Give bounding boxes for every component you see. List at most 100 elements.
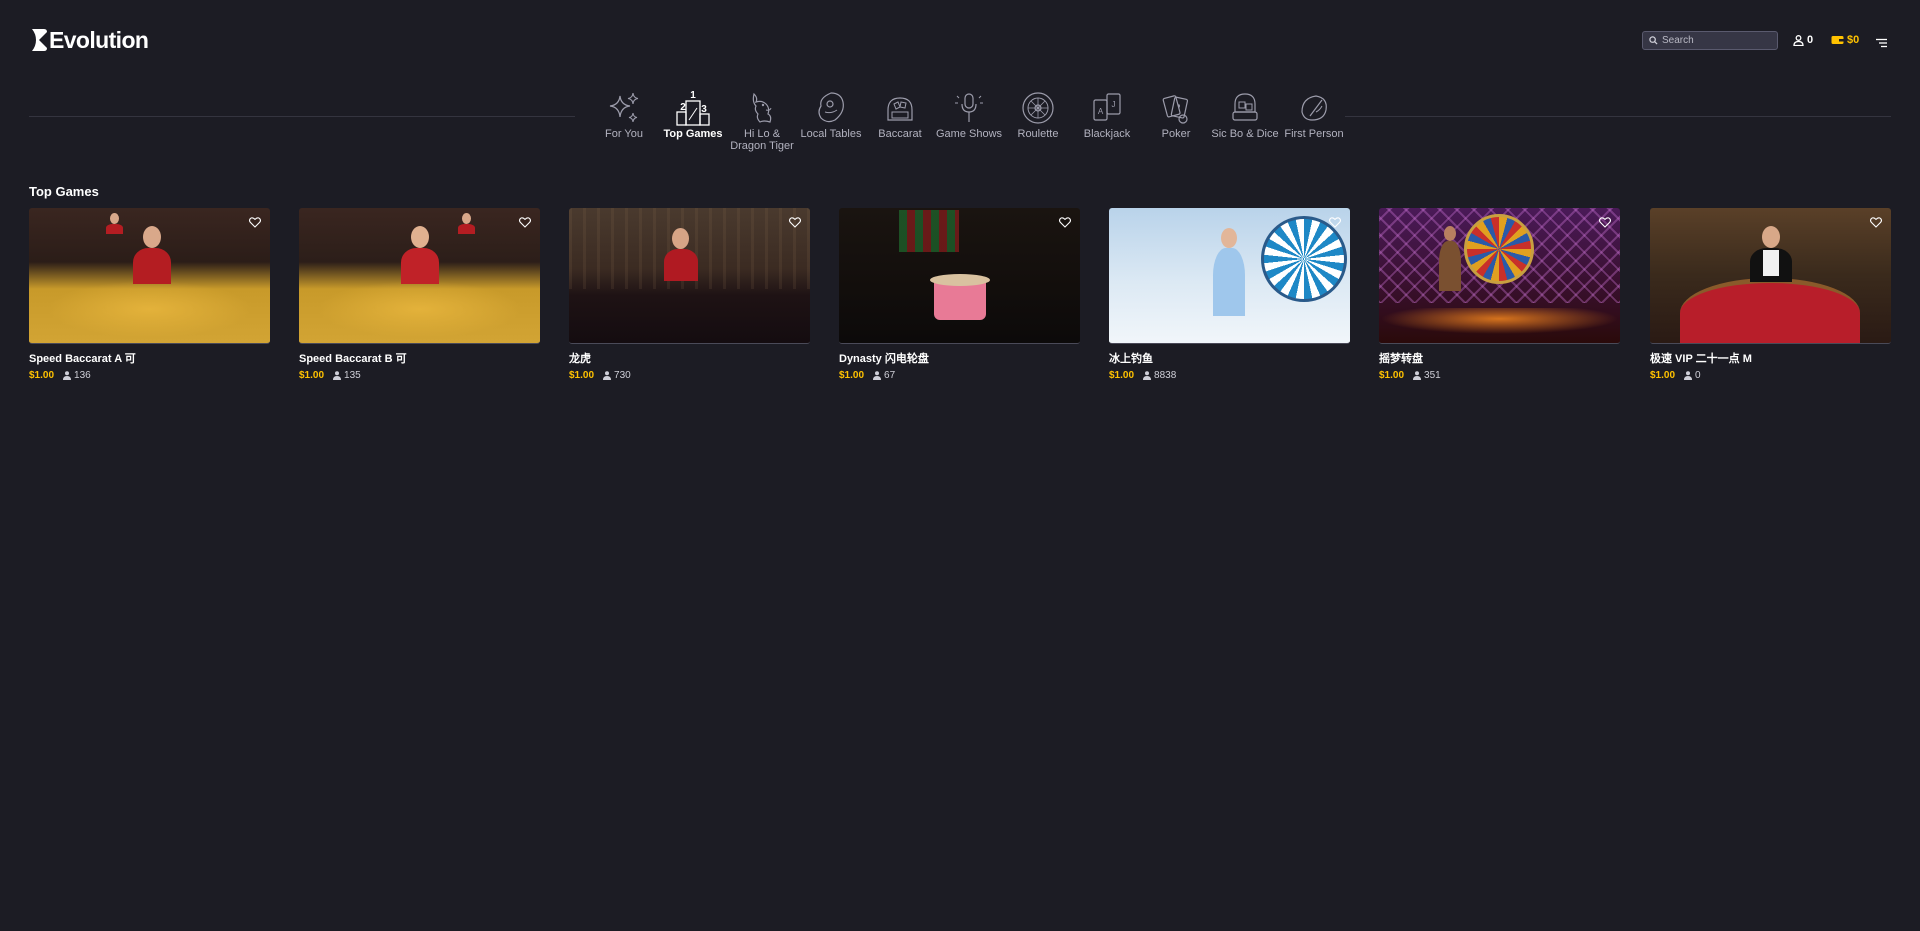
dragon-icon [744, 90, 780, 126]
menu-button[interactable] [1876, 35, 1887, 48]
user-icon [603, 371, 612, 380]
search-input[interactable] [1662, 35, 1772, 46]
game-thumbnail[interactable] [299, 208, 540, 344]
nav-item-game-shows[interactable]: Game Shows [934, 90, 1004, 140]
game-title: 龙虎 [569, 353, 591, 365]
svg-text:3: 3 [701, 104, 707, 115]
nav-label: Baccarat [878, 128, 922, 140]
game-min-bet: $1.00 [1109, 370, 1135, 381]
nav-item-hi-lo-dragon-tiger[interactable]: Hi Lo & Dragon Tiger [727, 90, 797, 152]
game-min-bet: $1.00 [1379, 370, 1405, 381]
nav-item-first-person[interactable]: First Person [1279, 90, 1349, 140]
game-meta: $1.00 8838 [1109, 370, 1350, 381]
favorite-button[interactable] [517, 214, 533, 230]
game-min-bet: $1.00 [1650, 370, 1676, 381]
favorite-button[interactable] [1327, 214, 1343, 230]
game-meta: $1.00 0 [1650, 370, 1891, 381]
game-players: 135 [333, 370, 361, 381]
game-players: 8838 [1143, 370, 1176, 381]
nav-label: Roulette [1017, 128, 1059, 140]
heart-icon [1599, 216, 1611, 228]
heart-icon [249, 216, 261, 228]
game-player-count: 8838 [1154, 370, 1177, 381]
game-player-count: 67 [884, 370, 896, 381]
roulette-icon [1020, 90, 1056, 126]
user-icon [1413, 371, 1422, 380]
favorite-button[interactable] [1597, 214, 1613, 230]
favorite-button[interactable] [247, 214, 263, 230]
game-player-count: 730 [614, 370, 631, 381]
game-thumbnail[interactable] [1379, 208, 1620, 344]
game-min-bet: $1.00 [29, 370, 55, 381]
favorite-button[interactable] [1868, 214, 1884, 230]
game-card[interactable]: 龙虎 $1.00 730 [569, 208, 810, 381]
nav-item-roulette[interactable]: Roulette [1003, 90, 1073, 140]
nav-label: Game Shows [935, 128, 1003, 140]
players-count: 0 [1807, 34, 1814, 46]
sparkles-icon [606, 90, 642, 126]
game-meta: $1.00 135 [299, 370, 540, 381]
evolution-logo[interactable]: Evolution [30, 27, 149, 53]
search-icon [1649, 36, 1658, 45]
game-thumbnail[interactable] [29, 208, 270, 344]
game-min-bet: $1.00 [569, 370, 595, 381]
nav-item-for-you[interactable]: For You [589, 90, 659, 140]
nav-label: Top Games [663, 128, 723, 140]
microphone-icon [951, 90, 987, 126]
balance-display[interactable]: $0 [1831, 33, 1859, 47]
game-players: 67 [873, 370, 895, 381]
nav-item-sic-bo-dice[interactable]: Sic Bo & Dice [1210, 90, 1280, 140]
game-card[interactable]: 极速 VIP 二十一点 M $1.00 0 [1650, 208, 1891, 381]
game-meta: $1.00 67 [839, 370, 1080, 381]
globe-icon [813, 90, 849, 126]
game-meta: $1.00 351 [1379, 370, 1620, 381]
heart-icon [1059, 216, 1071, 228]
nav-item-poker[interactable]: Poker [1141, 90, 1211, 140]
search-field[interactable] [1642, 31, 1778, 50]
baccarat-icon [882, 90, 918, 126]
podium-icon: 1 2 3 [675, 90, 711, 126]
nav-item-local-tables[interactable]: Local Tables [796, 90, 866, 140]
favorite-button[interactable] [787, 214, 803, 230]
game-meta: $1.00 136 [29, 370, 270, 381]
category-nav: For You 1 2 3 Top Games Hi Lo & Dragon T… [589, 90, 1344, 170]
game-title: 冰上钓鱼 [1109, 353, 1153, 365]
game-card[interactable]: Dynasty 闪电轮盘 $1.00 67 [839, 208, 1080, 381]
game-thumbnail[interactable] [569, 208, 810, 344]
nav-divider-right [1345, 116, 1891, 117]
game-card[interactable]: Speed Baccarat A 可 $1.00 136 [29, 208, 270, 381]
game-player-count: 351 [1424, 370, 1441, 381]
heart-icon [1329, 216, 1341, 228]
evolution-logo-icon [32, 29, 47, 51]
game-card[interactable]: 冰上钓鱼 $1.00 8838 [1109, 208, 1350, 381]
game-thumbnail[interactable] [1650, 208, 1891, 344]
game-players: 0 [1684, 370, 1701, 381]
online-players[interactable]: 0 [1793, 33, 1813, 47]
section-title: Top Games [29, 184, 99, 199]
game-min-bet: $1.00 [839, 370, 865, 381]
game-thumbnail[interactable] [839, 208, 1080, 344]
game-meta: $1.00 730 [569, 370, 810, 381]
balance-amount: $0 [1847, 34, 1860, 46]
heart-icon [519, 216, 531, 228]
favorite-button[interactable] [1057, 214, 1073, 230]
game-player-count: 0 [1695, 370, 1701, 381]
game-players: 351 [1413, 370, 1441, 381]
user-icon [333, 371, 342, 380]
game-card[interactable]: Speed Baccarat B 可 $1.00 135 [299, 208, 540, 381]
nav-item-blackjack[interactable]: A J Blackjack [1072, 90, 1142, 140]
game-thumbnail[interactable] [1109, 208, 1350, 344]
user-icon [1143, 371, 1152, 380]
nav-item-top-games[interactable]: 1 2 3 Top Games [658, 90, 728, 140]
game-title: Speed Baccarat A 可 [29, 353, 136, 365]
nav-item-baccarat[interactable]: Baccarat [865, 90, 935, 140]
nav-divider-left [29, 116, 575, 117]
svg-text:A: A [1098, 107, 1104, 116]
nav-label: Sic Bo & Dice [1211, 128, 1279, 140]
user-icon [873, 371, 882, 380]
user-icon [63, 371, 72, 380]
svg-text:2: 2 [680, 102, 686, 113]
heart-icon [789, 216, 801, 228]
nav-label: First Person [1284, 128, 1344, 140]
game-card[interactable]: 摇梦转盘 $1.00 351 [1379, 208, 1620, 381]
